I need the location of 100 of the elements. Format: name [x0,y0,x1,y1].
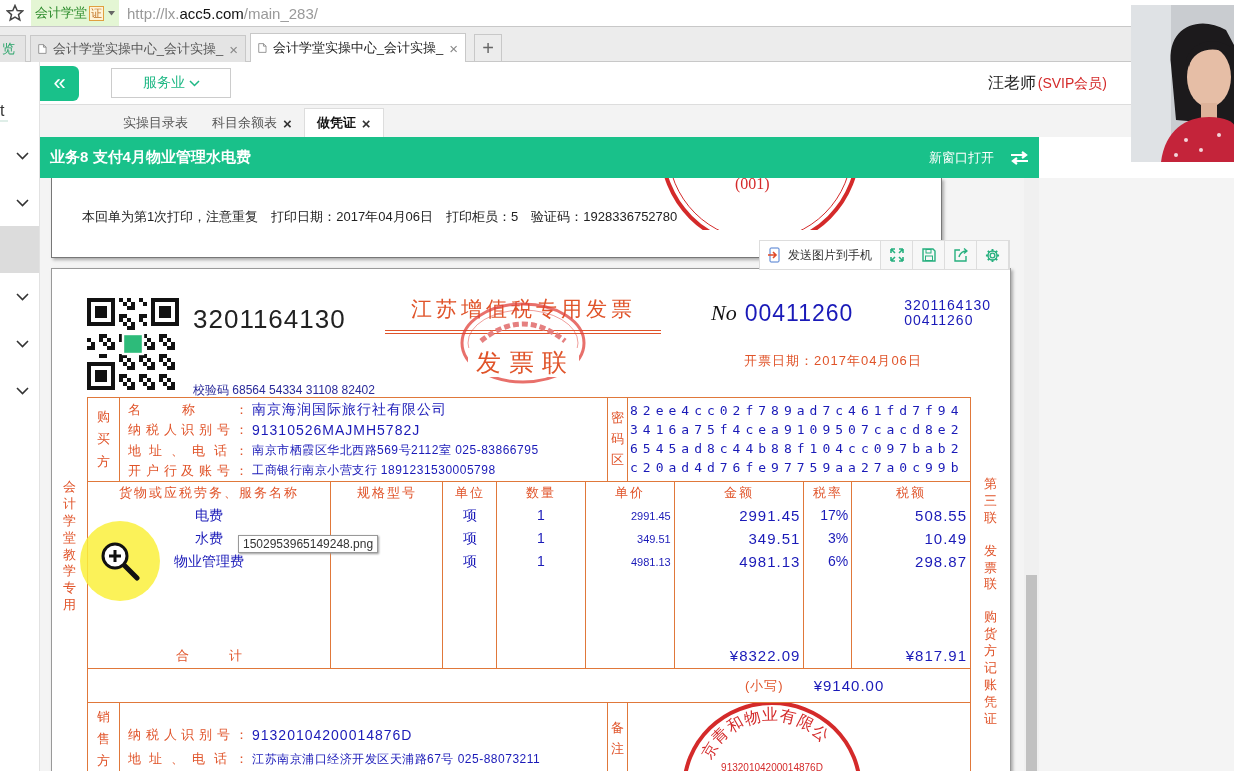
table-cell: 6% [828,553,849,569]
browser-tab[interactable]: 会计学堂实操中心_会计实操_ × [30,35,246,62]
invoice-number: 00411260 [904,313,975,328]
party-label: 销售方 [88,703,120,771]
column-header: 单位 [453,484,486,502]
field-label: 纳税人识别号： [128,726,248,744]
grand-total: ¥9140.00 [813,677,885,694]
section-label: 密码区 [608,398,628,481]
expand-icon [889,248,904,262]
invoice-number: 00411260 [744,299,854,327]
check-code: 校验码 68564 54334 31108 82402 [193,382,375,399]
margin-note: 第三联 [984,476,997,527]
cipher-text: 6545ad8c44b88f104cc097bab2 [630,440,965,458]
field-value: 南京市栖霞区华北西路569号2112室 025-83866795 [252,442,539,460]
caret-icon[interactable] [108,10,115,16]
table-cell: 项 [462,553,477,569]
sidebar-title: t [0,62,8,122]
close-button[interactable]: × [449,39,458,57]
invoice-date: 2017年04月06日 [814,353,922,368]
swap-icon[interactable] [1010,150,1029,165]
chevron-down-icon[interactable] [16,151,29,160]
stamp-text: 91320104200014876D [721,762,823,771]
cipher-text: 3416a75f4cea9109507cacd8e2 [630,421,965,439]
total-amount: ¥8322.09 [729,647,801,664]
column-header: 数量 [524,484,557,502]
new-tab-button[interactable]: + [474,34,502,61]
field-label: 地址、电话： [128,441,248,460]
close-button[interactable]: × [283,114,292,132]
party-label: 购买方 [88,398,120,481]
field-value: 91320104200014876D [252,727,413,743]
page-icon [258,41,267,55]
table-cell: 电费 [195,507,224,523]
column-header: 单价 [613,484,646,502]
margin-note: 发票联 [984,542,997,594]
invoice-code: 3201164130 [904,298,991,313]
table-cell: 项 [462,507,477,523]
cipher-text: 82ee4cc02f789ad7c461fd7f94 [630,402,965,420]
margin-note: 购货方记账凭证 [984,609,997,728]
date-label: 开票日期： [744,353,814,368]
table-cell: 10.49 [924,530,967,547]
table-cell: 508.55 [915,507,967,524]
table-cell: 298.87 [915,553,967,570]
field-label: 地址、电话： [128,750,248,768]
star-icon[interactable] [6,4,24,22]
table-cell: 3% [828,530,849,546]
chevron-down-icon[interactable] [16,386,29,395]
table-cell: 349.51 [748,530,801,547]
field-value: 工商银行南京小营支行 1891231530005798 [252,462,496,480]
table-cell: 17% [820,507,849,523]
column-header: 货物或应税劳务、服务名称 [118,484,301,502]
stamp-text: 京青和物业有限公 [697,705,833,762]
table-cell: 1 [537,530,545,546]
user-name: 汪老师 [987,73,1036,91]
table-cell: 2991.45 [630,510,671,522]
column-header: 税额 [895,484,928,502]
phone-icon [768,247,782,263]
scrollbar[interactable] [1024,178,1039,771]
page-tab[interactable]: 科目余额表 × [200,109,304,137]
invoice-code: 3201164130 [193,304,347,335]
field-label: 名称： [128,401,248,420]
scroll-thumb[interactable] [1026,575,1037,771]
table-cell: 物业管理费 [174,553,245,569]
send-to-phone-button[interactable]: 发送图片到手机 [760,241,881,269]
site-dropdown[interactable]: 会计学堂 证 [31,0,119,26]
task-title: 业务8 支付4月物业管理水电费 [50,148,251,167]
field-label: 开户行及账号： [128,461,248,480]
field-value: 江苏南京浦口经济开发区天浦路67号 025-88073211 [252,750,541,768]
stamp-number: (001) [735,178,770,193]
total-label: 合计 [176,648,283,663]
table-cell: 2991.45 [739,507,801,524]
page-icon [38,42,47,56]
settings-icon [985,247,1000,263]
share-icon [953,248,968,262]
save-icon [921,248,936,262]
column-header: 税率 [811,484,844,502]
address-field[interactable]: http://lx.acc5.com/main_283/ [127,4,318,22]
margin-note: 会计学堂教学专用 [63,479,76,615]
zoom-icon [100,541,140,581]
page-tab[interactable]: 实操目录表 [111,109,200,137]
column-header: 金额 [723,484,755,502]
certificate-badge: 证 [89,5,104,21]
chevron-down-icon[interactable] [16,292,29,301]
page-tab[interactable]: 做凭证 × [303,108,384,137]
table-cell: 4981.13 [739,553,801,570]
invoice-copy-label: 发票联 [467,348,579,377]
field-label: 纳税人识别号： [128,421,248,440]
tooltip: 1502953965149248.png [238,535,379,553]
membership-label: (SVIP会员) [1037,74,1107,91]
table-cell: 水费 [195,530,224,546]
chevron-down-icon[interactable] [16,198,29,207]
section-label: 备注 [608,703,628,771]
amount-in-figures-label: (小写) [745,676,784,695]
close-button[interactable]: × [361,114,371,132]
browser-tab[interactable]: 会计学堂实操中心_会计实操_ × [250,33,466,62]
column-header: 规格型号 [355,484,418,502]
chevron-down-icon[interactable] [16,339,29,348]
table-cell: 349.51 [637,533,671,545]
table-cell: 4981.13 [630,556,671,568]
total-tax: ¥817.91 [905,647,967,664]
table-cell: 1 [537,553,545,569]
